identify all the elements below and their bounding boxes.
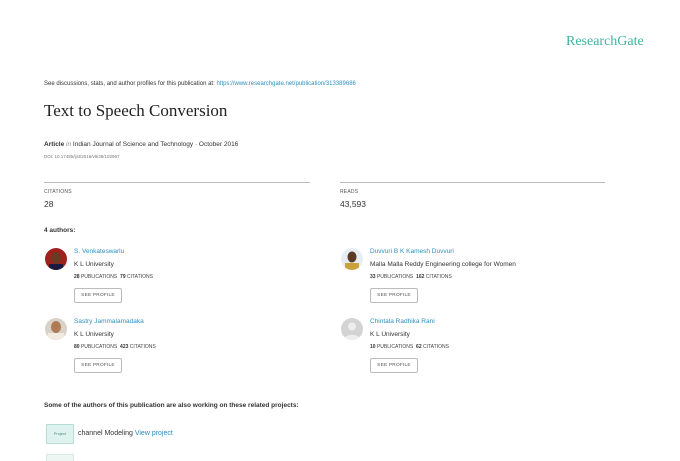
default-avatar-icon	[341, 318, 363, 340]
publications-label: PUBLICATIONS	[376, 344, 414, 350]
see-profile-button-3[interactable]: SEE PROFILE	[74, 358, 122, 373]
see-profile-button-2[interactable]: SEE PROFILE	[370, 288, 418, 303]
author-stats-4: 10 PUBLICATIONS 62 CITATIONS	[370, 344, 449, 350]
see-profile-button-4[interactable]: SEE PROFILE	[370, 358, 418, 373]
project-item: channel Modeling View project	[78, 430, 173, 437]
citations-divider	[44, 182, 310, 183]
journal-info: Indian Journal of Science and Technology…	[72, 141, 239, 148]
citations-label: CITATIONS	[423, 344, 449, 350]
doi-text: DOI: 10.17485/ijst/2016/v9i38/102967	[44, 154, 120, 159]
publications-label: PUBLICATIONS	[80, 344, 118, 350]
project-icon-label: Project	[53, 431, 67, 436]
author-stats-2: 33 PUBLICATIONS 162 CITATIONS	[370, 274, 452, 280]
publications-label: PUBLICATIONS	[376, 274, 414, 280]
reads-label: READS	[340, 189, 359, 195]
publication-type: Article	[44, 141, 65, 148]
project-name: channel Modeling	[78, 430, 133, 437]
author-name-2[interactable]: Duvvuri B K Kamesh Duvvuri	[370, 248, 454, 255]
author-name-3[interactable]: Sastry Jammalamadaka	[74, 318, 144, 325]
author-affiliation-2: Malla Malla Reddy Engineering college fo…	[370, 261, 516, 268]
citations-label: CITATIONS	[127, 274, 153, 280]
publications-count: 10	[370, 344, 376, 350]
page-title: Text to Speech Conversion	[44, 101, 228, 120]
author-affiliation-1: K L University	[74, 261, 114, 268]
related-projects-heading: Some of the authors of this publication …	[44, 402, 299, 409]
publication-meta: Article in Indian Journal of Science and…	[44, 141, 238, 148]
author-avatar-3[interactable]	[45, 318, 67, 340]
publications-count: 80	[74, 344, 80, 350]
citations-count: 62	[416, 344, 422, 350]
author-name-1[interactable]: S. Venkateswarlu	[74, 248, 124, 255]
author-affiliation-3: K L University	[74, 331, 114, 338]
reads-divider	[340, 182, 605, 183]
author-photo-icon	[45, 318, 67, 340]
author-avatar-2[interactable]	[341, 248, 363, 270]
view-project-link[interactable]: View project	[135, 430, 173, 437]
author-avatar-4[interactable]	[341, 318, 363, 340]
citations-count: 423	[120, 344, 129, 350]
in-word: in	[66, 141, 72, 148]
citations-count: 162	[416, 274, 425, 280]
citations-label: CITATIONS	[129, 344, 156, 350]
project-icon-partial	[46, 454, 74, 461]
publications-count: 28	[74, 274, 80, 280]
author-avatar-1[interactable]	[45, 248, 67, 270]
author-name-4[interactable]: Chintala Radhika Rani	[370, 318, 435, 325]
citations-label: CITATIONS	[425, 274, 452, 280]
author-stats-3: 80 PUBLICATIONS 423 CITATIONS	[74, 344, 156, 350]
researchgate-logo[interactable]: ResearchGate	[566, 34, 644, 50]
publications-count: 33	[370, 274, 376, 280]
author-stats-1: 28 PUBLICATIONS 79 CITATIONS	[74, 274, 153, 280]
publication-url-link[interactable]: https://www.researchgate.net/publication…	[216, 81, 355, 87]
authors-heading: 4 authors:	[44, 227, 76, 234]
author-affiliation-4: K L University	[370, 331, 410, 338]
see-profile-button-1[interactable]: SEE PROFILE	[74, 288, 122, 303]
discussion-text: See discussions, stats, and author profi…	[44, 81, 215, 87]
discussion-line: See discussions, stats, and author profi…	[44, 81, 356, 87]
project-icon: Project	[46, 424, 74, 444]
publications-label: PUBLICATIONS	[80, 274, 118, 280]
author-photo-icon	[45, 248, 67, 270]
citations-count: 79	[120, 274, 126, 280]
citations-value: 28	[44, 199, 54, 209]
reads-value: 43,593	[340, 199, 366, 209]
author-photo-icon	[341, 248, 363, 270]
citations-label: CITATIONS	[44, 189, 72, 195]
